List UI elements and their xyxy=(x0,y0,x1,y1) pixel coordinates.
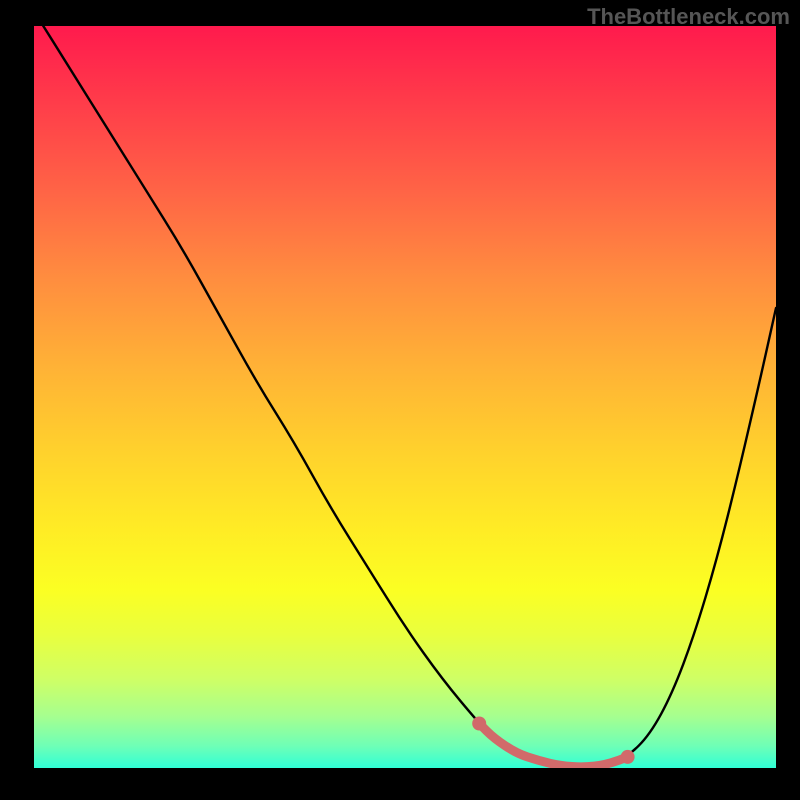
valley-highlight xyxy=(479,724,627,767)
watermark-text: TheBottleneck.com xyxy=(587,4,790,30)
bottleneck-curve xyxy=(34,26,776,767)
valley-dot-left xyxy=(472,717,486,731)
chart-svg xyxy=(34,26,776,768)
valley-dot-right xyxy=(621,750,635,764)
chart-plot-area xyxy=(34,26,776,768)
